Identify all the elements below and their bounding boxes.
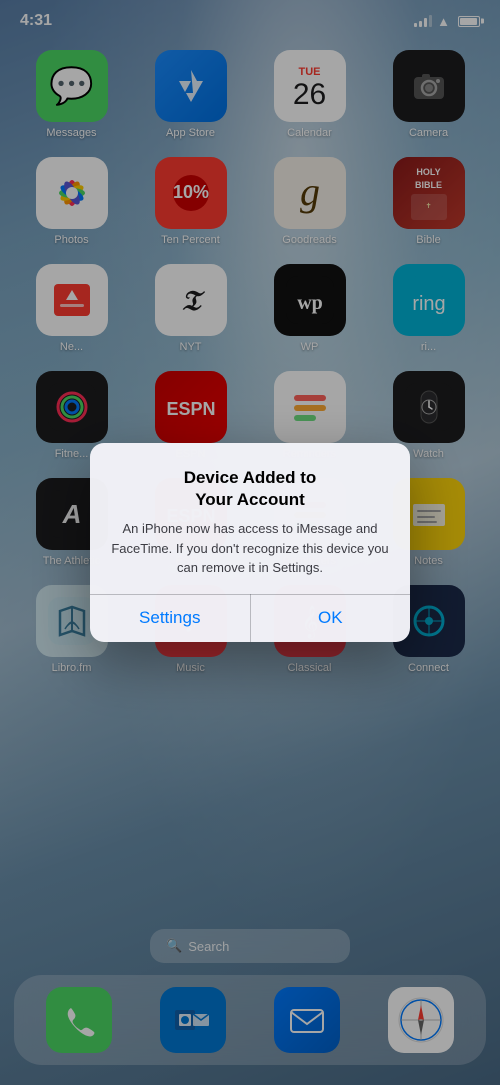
alert-settings-button[interactable]: Settings	[90, 594, 251, 642]
alert-ok-button[interactable]: OK	[251, 594, 411, 642]
alert-box: Device Added toYour Account An iPhone no…	[90, 443, 410, 642]
alert-message: An iPhone now has access to iMessage and…	[110, 519, 390, 578]
alert-title: Device Added toYour Account	[110, 467, 390, 511]
alert-overlay: Device Added toYour Account An iPhone no…	[0, 0, 500, 1085]
alert-content: Device Added toYour Account An iPhone no…	[90, 443, 410, 594]
alert-buttons: Settings OK	[90, 594, 410, 642]
